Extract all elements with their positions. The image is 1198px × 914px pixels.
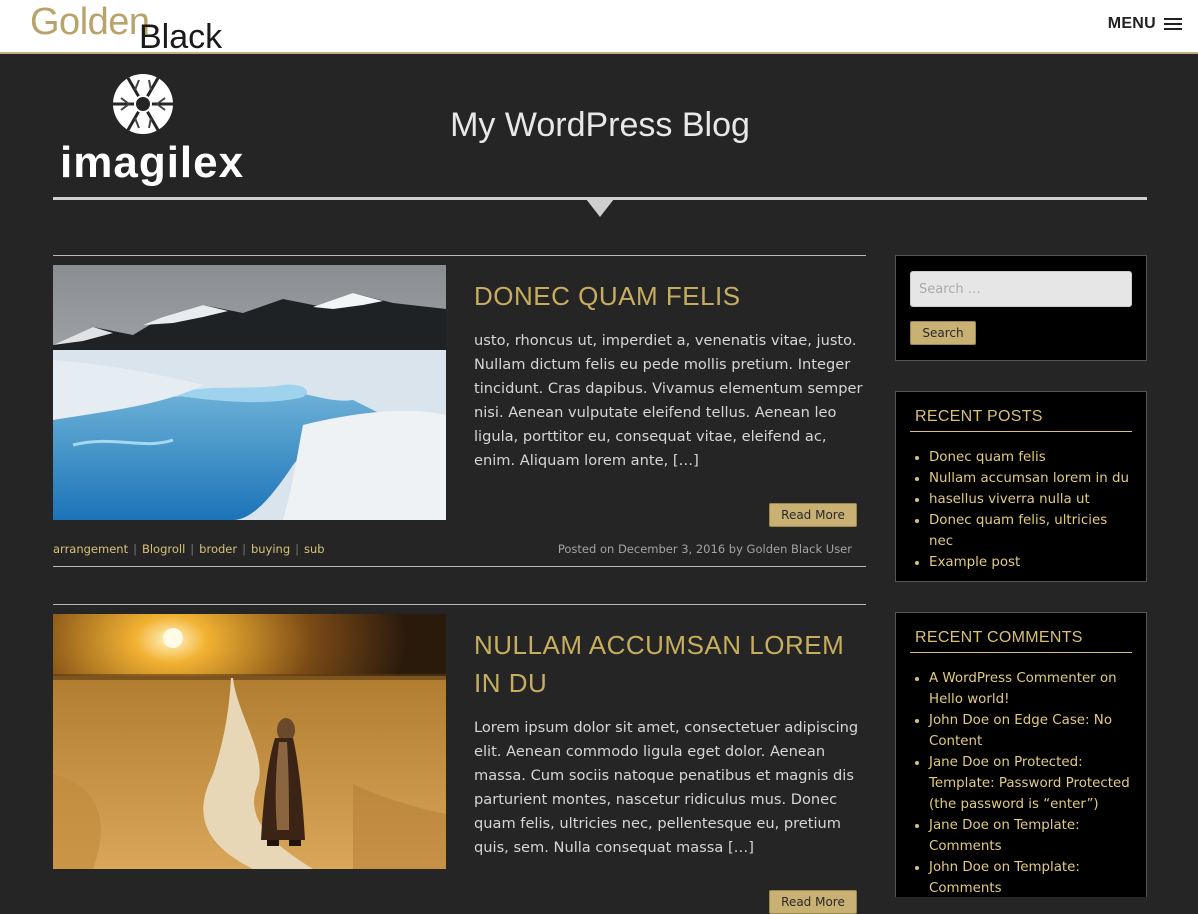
tag-separator: | bbox=[295, 542, 300, 556]
recent-post-link[interactable]: hasellus viverra nulla ut bbox=[929, 492, 1090, 507]
list-item: Jane Doe on Protected: Template: Passwor… bbox=[929, 752, 1132, 815]
site-title[interactable]: My WordPress Blog bbox=[400, 106, 800, 145]
search-widget: Search bbox=[895, 255, 1147, 361]
logo-wordmark: imagilex bbox=[60, 138, 245, 187]
more-ellipsis-link[interactable]: […] bbox=[673, 452, 699, 469]
widget-title-rule bbox=[910, 652, 1132, 653]
post-title-link[interactable]: NULLAM ACCUMSAN LOREM IN DU bbox=[474, 626, 866, 702]
tag-link-broder[interactable]: broder bbox=[199, 542, 237, 556]
tag-link-arrangement[interactable]: arrangement bbox=[53, 542, 128, 556]
tag-link-sub[interactable]: sub bbox=[304, 542, 325, 556]
excerpt-text: Lorem ipsum dolor sit amet, consectetuer… bbox=[474, 719, 859, 856]
recent-posts-title: RECENT POSTS bbox=[915, 408, 1043, 425]
search-button[interactable]: Search bbox=[910, 321, 976, 345]
tag-separator: | bbox=[133, 542, 137, 556]
hamburger-icon bbox=[1164, 17, 1182, 31]
recent-post-link[interactable]: Example post bbox=[929, 555, 1020, 570]
imagilex-logo[interactable]: imagilex bbox=[60, 68, 245, 188]
tag-separator: | bbox=[242, 542, 246, 556]
recent-comments-list: A WordPress Commenter on Hello world! Jo… bbox=[910, 668, 1132, 899]
list-item: Donec quam felis, ultricies nec bbox=[929, 510, 1132, 552]
post-top-rule bbox=[53, 255, 866, 256]
list-item: Example post bbox=[929, 552, 1132, 573]
more-ellipsis-link[interactable]: […] bbox=[728, 839, 754, 856]
recent-comment-link[interactable]: A WordPress Commenter on Hello world! bbox=[929, 671, 1117, 707]
recent-post-link[interactable]: Donec quam felis bbox=[929, 450, 1046, 465]
brand-word-black: Black bbox=[139, 18, 223, 56]
post-thumbnail-road[interactable] bbox=[53, 614, 446, 869]
header-divider-notch bbox=[586, 199, 614, 217]
recent-comments-title: RECENT COMMENTS bbox=[915, 629, 1083, 646]
excerpt-text: usto, rhoncus ut, imperdiet a, venenatis… bbox=[474, 332, 863, 469]
road-sunset-image bbox=[53, 614, 446, 869]
list-item: Jane Doe on Template: Comments bbox=[929, 815, 1132, 857]
post-bottom-rule bbox=[53, 566, 866, 567]
posted-on-text: Posted on December 3, 2016 by Golden Bla… bbox=[557, 542, 852, 556]
list-item: Nullam accumsan lorem in du bbox=[929, 468, 1132, 489]
list-item: A WordPress Commenter on Hello world! bbox=[929, 668, 1132, 710]
post-excerpt: Lorem ipsum dolor sit amet, consectetuer… bbox=[474, 716, 869, 860]
post-article: DONEC QUAM FELIS usto, rhoncus ut, imper… bbox=[53, 255, 866, 568]
recent-comment-link[interactable]: John Doe on Template: Comments bbox=[929, 860, 1080, 896]
read-more-button[interactable]: Read More bbox=[769, 503, 857, 527]
recent-posts-widget: RECENT POSTS Donec quam felis Nullam acc… bbox=[895, 391, 1147, 582]
post-tags: arrangement | Blogroll | broder | buying | sub bbox=[53, 541, 325, 557]
recent-comment-link[interactable]: Jane Doe on Template: Comments bbox=[929, 818, 1080, 854]
glacier-image bbox=[53, 265, 446, 520]
post-thumbnail-glacier[interactable] bbox=[53, 265, 446, 520]
search-input[interactable] bbox=[910, 271, 1132, 307]
read-more-button[interactable]: Read More bbox=[769, 890, 857, 914]
list-item: hasellus viverra nulla ut bbox=[929, 489, 1132, 510]
recent-comment-link[interactable]: Jane Doe on Protected: Template: Passwor… bbox=[929, 755, 1130, 812]
snowflake-icon bbox=[113, 74, 173, 134]
recent-post-link[interactable]: Donec quam felis, ultricies nec bbox=[929, 513, 1107, 549]
post-excerpt: usto, rhoncus ut, imperdiet a, venenatis… bbox=[474, 329, 869, 473]
post-top-rule bbox=[53, 604, 866, 605]
recent-posts-list: Donec quam felis Nullam accumsan lorem i… bbox=[910, 447, 1132, 573]
widget-title-rule bbox=[910, 431, 1132, 432]
list-item: John Doe on Edge Case: No Content bbox=[929, 710, 1132, 752]
tag-link-buying[interactable]: buying bbox=[251, 542, 290, 556]
recent-post-link[interactable]: Nullam accumsan lorem in du bbox=[929, 471, 1129, 486]
tag-link-blogroll[interactable]: Blogroll bbox=[142, 542, 185, 556]
menu-label: MENU bbox=[1107, 15, 1156, 32]
recent-comments-widget: RECENT COMMENTS A WordPress Commenter on… bbox=[895, 612, 1147, 897]
post-article: NULLAM ACCUMSAN LOREM IN DU Lorem ipsum … bbox=[53, 604, 869, 914]
post-title-link[interactable]: DONEC QUAM FELIS bbox=[474, 277, 866, 315]
top-bar: Golden Black MENU bbox=[0, 0, 1198, 56]
list-item: Donec quam felis bbox=[929, 447, 1132, 468]
tag-separator: | bbox=[190, 542, 195, 556]
brand-word-golden: Golden bbox=[30, 1, 150, 43]
menu-button[interactable]: MENU bbox=[1108, 15, 1182, 33]
list-item: John Doe on Template: Comments bbox=[929, 857, 1132, 899]
recent-comment-link[interactable]: John Doe on Edge Case: No Content bbox=[929, 713, 1112, 749]
